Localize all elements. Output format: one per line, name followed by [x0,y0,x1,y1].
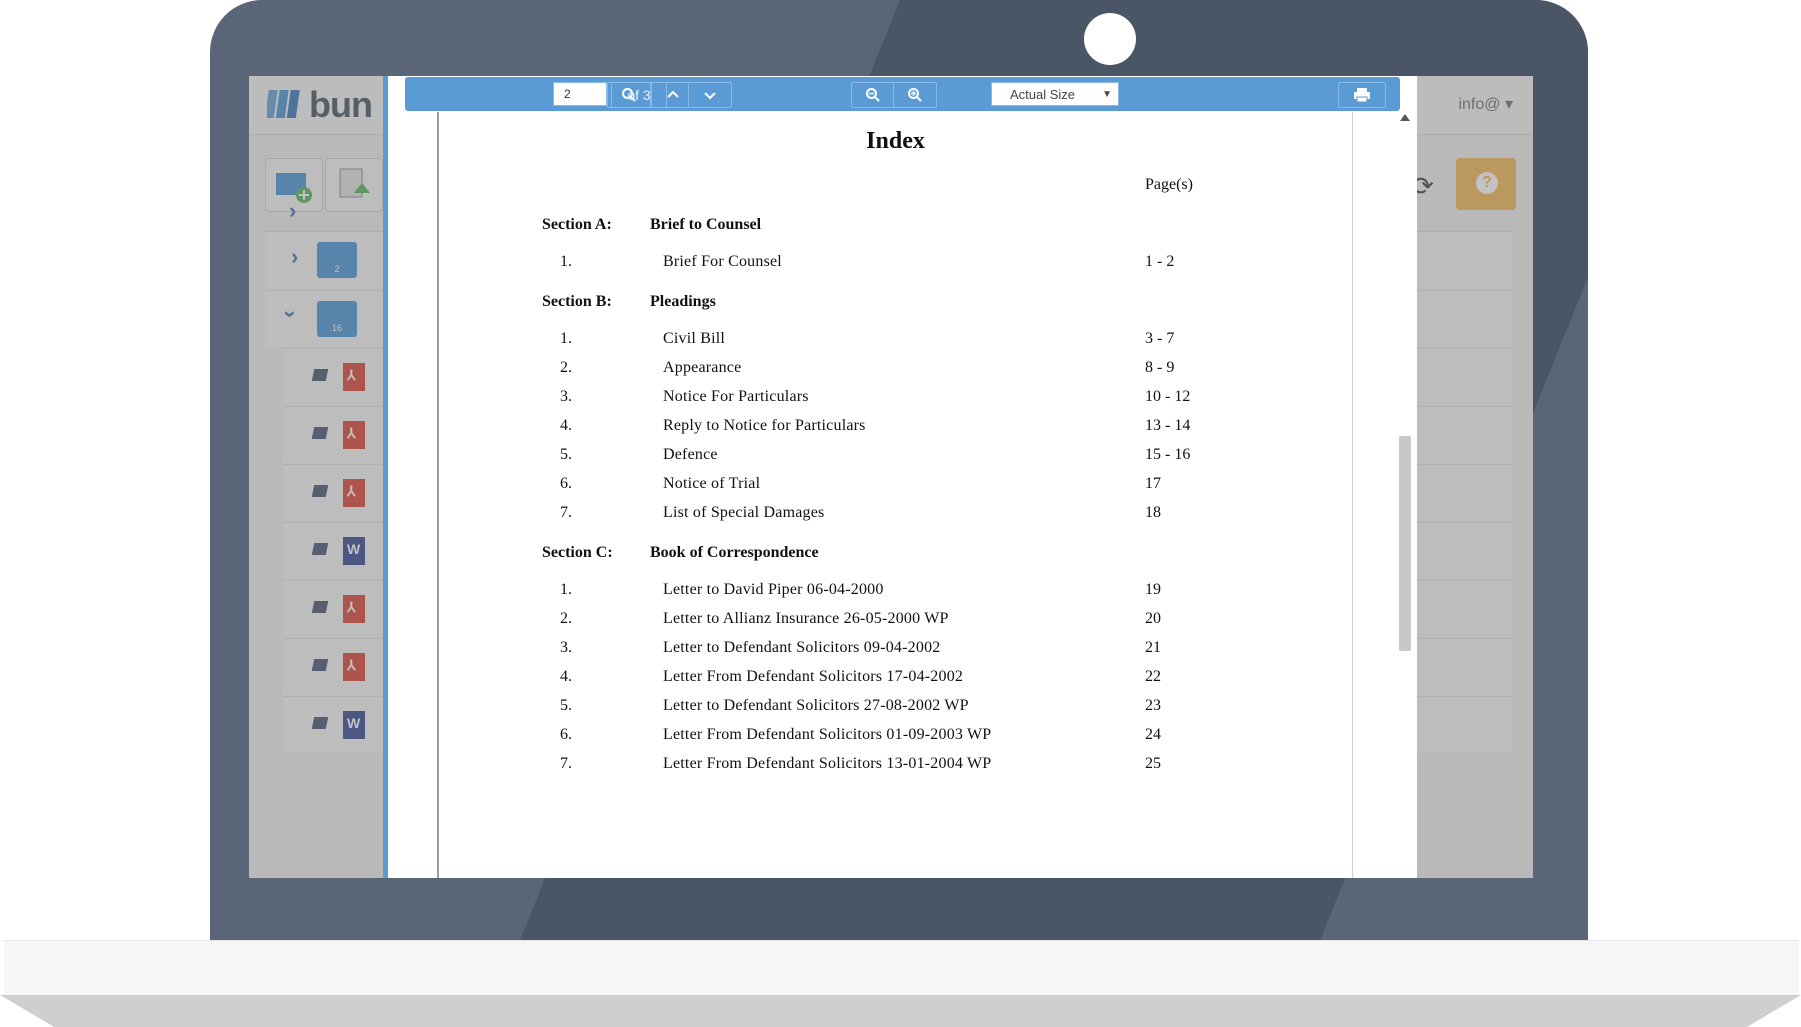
index-item-number: 5. [560,446,572,463]
index-item-pages: 21 [1145,639,1161,656]
index-item-title: Letter to Defendant Solicitors 27-08-200… [663,697,969,714]
chevron-up-icon [667,90,679,98]
section-label: Section A: [542,216,612,233]
pdf-viewer: of 3 Actual Size ▼ Index Page(s) Section [383,76,1417,878]
index-item-title: Civil Bill [663,330,726,347]
printer-icon [1354,88,1370,103]
index-item-title: Notice of Trial [663,475,761,492]
index-item-title: Letter to Allianz Insurance 26-05-2000 W… [663,610,949,627]
index-item-number: 3. [560,388,572,405]
index-item-number: 4. [560,668,572,685]
vertical-scrollbar[interactable] [1398,112,1412,878]
zoom-in-button[interactable] [893,82,937,108]
index-item-pages: 8 - 9 [1145,359,1175,376]
index-item-number: 5. [560,697,572,714]
index-item-pages: 18 [1145,504,1161,521]
index-item-title: Appearance [663,359,742,376]
index-item-number: 6. [560,726,572,743]
camera [1084,13,1136,65]
index-item-title: Letter From Defendant Solicitors 17-04-2… [663,668,964,685]
zoom-in-icon [908,88,922,102]
index-item-title: Letter From Defendant Solicitors 13-01-2… [663,755,992,772]
index-item-number: 1. [560,253,572,270]
index-item-pages: 22 [1145,668,1161,685]
zoom-select[interactable]: Actual Size ▼ [991,82,1119,106]
index-item-pages: 17 [1145,475,1161,492]
index-item-number: 3. [560,639,572,656]
index-item-number: 4. [560,417,572,434]
index-item-title: Letter From Defendant Solicitors 01-09-2… [663,726,992,743]
zoom-out-button[interactable] [851,82,895,108]
page-number-input[interactable] [553,82,607,106]
index-item-number: 2. [560,359,572,376]
scroll-thumb[interactable] [1399,436,1411,651]
index-item-title: Reply to Notice for Particulars [663,417,866,434]
index-item-pages: 25 [1145,755,1161,772]
zoom-select-value: Actual Size [1010,87,1076,102]
index-item-pages: 19 [1145,581,1161,598]
section-label: Section C: [542,544,613,561]
index-item-title: Letter to David Piper 06-04-2000 [663,581,884,598]
viewer-content[interactable]: Index Page(s) Section A: Brief to Counsel… [388,112,1412,878]
scroll-up-arrow-icon[interactable] [1400,114,1410,121]
index-item-pages: 20 [1145,610,1161,627]
document-title: Index [866,128,925,154]
document-page: Index Page(s) Section A: Brief to Counsel… [437,112,1353,878]
section-title: Pleadings [650,293,716,310]
pages-column-header: Page(s) [1145,176,1193,193]
index-item-title: Brief For Counsel [663,253,782,270]
section-title: Brief to Counsel [650,216,762,233]
chevron-down-icon [704,92,716,100]
index-item-pages: 13 - 14 [1145,417,1191,434]
print-button[interactable] [1338,82,1386,108]
index-item-number: 1. [560,581,572,598]
zoom-out-icon [866,88,880,102]
viewer-toolbar: of 3 Actual Size ▼ [405,77,1400,111]
dropdown-arrow-icon: ▼ [1102,89,1112,100]
section-label: Section B: [542,293,612,310]
index-item-title: Defence [663,446,718,463]
index-item-pages: 1 - 2 [1145,253,1175,270]
page-total: of 3 [611,82,667,108]
index-item-number: 7. [560,755,572,772]
index-item-pages: 3 - 7 [1145,330,1175,347]
screen: bun info@ ▾ ⟳ ? › › 2 › 16 ⅄ ⅄ ⅄ W ⅄ ⅄ W… [249,76,1533,878]
index-item-number: 2. [560,610,572,627]
laptop-base [4,940,1799,996]
index-item-number: 6. [560,475,572,492]
index-item-title: Notice For Particulars [663,388,809,405]
index-item-title: Letter to Defendant Solicitors 09-04-200… [663,639,941,656]
laptop-base-bottom [0,995,1801,1027]
index-item-title: List of Special Damages [663,504,825,521]
section-title: Book of Correspondence [650,544,819,561]
index-item-number: 7. [560,504,572,521]
index-item-pages: 10 - 12 [1145,388,1191,405]
index-item-pages: 15 - 16 [1145,446,1191,463]
index-item-number: 1. [560,330,572,347]
index-item-pages: 24 [1145,726,1161,743]
next-page-button[interactable] [688,82,732,108]
index-item-pages: 23 [1145,697,1161,714]
